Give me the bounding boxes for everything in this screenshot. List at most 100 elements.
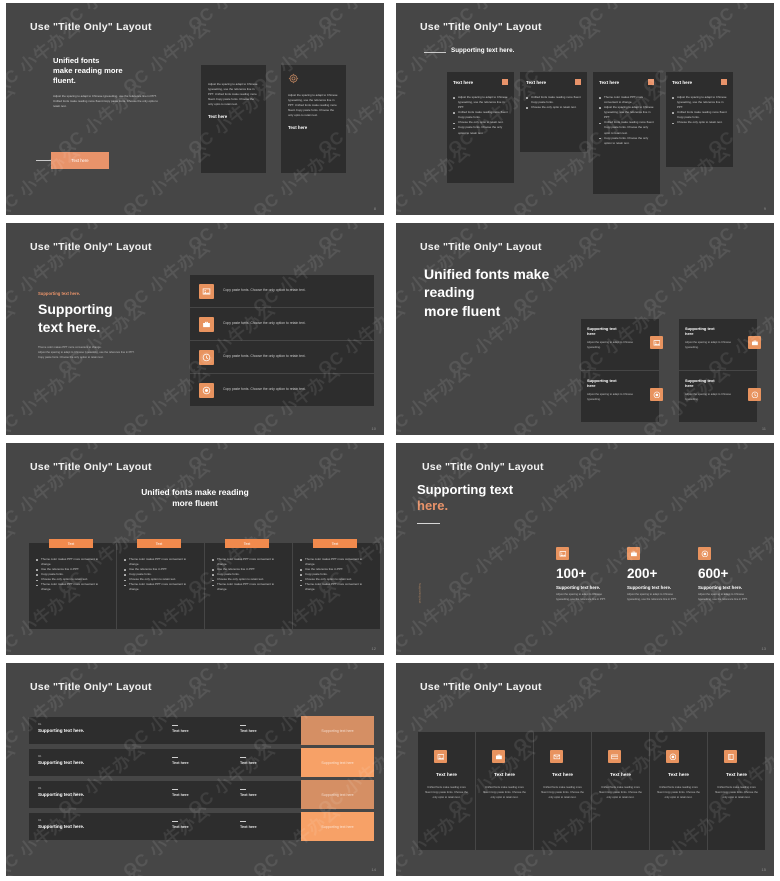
list-item: Copy paste fonts. Choose the only option… (453, 125, 508, 135)
page-title: Use "Title Only" Layout (420, 21, 542, 33)
mail-icon (550, 750, 563, 763)
feature-card[interactable]: Supporting text here Adjust the spacing … (581, 371, 663, 422)
eyebrow-text: Supporting text here. (38, 291, 81, 296)
feature-card[interactable]: Supporting text here Adjust the spacing … (679, 319, 761, 370)
bullet-card-header: Text here (453, 79, 474, 85)
page-title: Use "Title Only" Layout (420, 681, 542, 693)
column-tab[interactable]: Text (49, 539, 93, 548)
target-icon (666, 750, 679, 763)
slide-13[interactable]: OC 小牛办公 OC 小牛办公 OC 小牛办公 OC 小牛办公 OC 小牛办公 OC 小牛… (396, 443, 774, 655)
list-item: Theme color makes PPT more convenient to… (212, 557, 285, 567)
slide-8[interactable]: OC 小牛办公OC 小牛办公OC 小牛办公OC 小牛办公OC 小牛办公OC 小牛… (6, 3, 384, 215)
slide-cell-13[interactable]: OC 小牛办公 OC 小牛办公 OC 小牛办公 OC 小牛办公 OC 小牛办公 OC 小牛… (390, 440, 780, 660)
feature-card[interactable]: Text here Unified fonts make reading mor… (534, 732, 591, 850)
row-main: Supporting text here. (38, 824, 85, 829)
row-rule (172, 725, 178, 726)
bullet-card[interactable]: Text here Theme color makes PPT more con… (593, 72, 660, 194)
bullet-column[interactable]: Theme color makes PPT more convenient to… (293, 543, 380, 629)
slide-9[interactable]: OC 小牛办公 OC 小牛办公 OC 小牛办公 OC 小牛办公 OC 小牛办公 OC 小牛… (396, 3, 774, 215)
row-chip[interactable]: Supporting text here (301, 780, 374, 809)
slide-cell-15[interactable]: OC 小牛办公OC 小牛办公OC 小牛办公OC 小牛办公OC 小牛办公OC 小牛… (390, 660, 780, 881)
feature-card[interactable]: Text here Unified fonts make reading mor… (650, 732, 707, 850)
slide-cell-14[interactable]: OC 小牛办公OC 小牛办公OC 小牛办公OC 小牛办公OC 小牛办公OC 小牛… (0, 660, 390, 881)
row-rule (240, 821, 246, 822)
clock-icon (199, 349, 214, 365)
icon-row[interactable]: Copy paste fonts. Choose the only option… (190, 341, 374, 373)
feature-card-body: Adjust the spacing to adapt to Chinese t… (685, 393, 732, 401)
icon-row[interactable]: Copy paste fonts. Choose the only option… (190, 275, 374, 307)
feature-card[interactable]: Text here Unified fonts make reading mor… (592, 732, 649, 850)
row-rule (240, 789, 246, 790)
feature-card-body: Unified fonts make reading more fluent.C… (483, 786, 526, 799)
feature-card[interactable]: Text here Unified fonts make reading mor… (708, 732, 765, 850)
feature-card[interactable]: Supporting text here Adjust the spacing … (679, 371, 761, 422)
clock-icon (748, 388, 761, 401)
feature-card-body: Unified fonts make reading more fluent.C… (599, 786, 642, 799)
column-tab[interactable]: Text (137, 539, 181, 548)
feature-card-label: Text here (436, 773, 457, 778)
bullet-column[interactable]: Theme color makes PPT more convenient to… (117, 543, 204, 629)
slide-14[interactable]: OC 小牛办公OC 小牛办公OC 小牛办公OC 小牛办公OC 小牛办公OC 小牛… (6, 663, 384, 876)
accent-square-icon (575, 79, 581, 85)
feature-card-label: Text here (610, 773, 631, 778)
row-chip-label: Supporting text here (321, 792, 354, 797)
feature-card[interactable]: Text here Unified fonts make reading mor… (476, 732, 533, 850)
slide-cell-8[interactable]: OC 小牛办公OC 小牛办公OC 小牛办公OC 小牛办公OC 小牛办公OC 小牛… (0, 0, 390, 220)
page-title: Use "Title Only" Layout (422, 461, 544, 473)
slide-heading-line1: Supporting text (417, 482, 514, 497)
icon-row-text: Copy paste fonts. Choose the only option… (223, 354, 306, 359)
row-chip[interactable]: Supporting text here (301, 716, 374, 745)
icon-row[interactable]: Copy paste fonts. Choose the only option… (190, 374, 374, 406)
slide-heading-line2: here. (417, 498, 449, 514)
slide-11[interactable]: OC 小牛办公 OC 小牛办公 OC 小牛办公 OC 小牛办公 OC 小牛办公 OC 小牛… (396, 223, 774, 435)
row-rule (240, 725, 246, 726)
table-row[interactable]: 02. Supporting text here. Text here Text… (29, 749, 301, 776)
slide-number: 15 (761, 867, 766, 872)
row-chip[interactable]: Supporting text here (301, 748, 374, 777)
row-index: 02. (38, 754, 42, 758)
feature-card[interactable]: Text here Unified fonts make reading mor… (418, 732, 475, 850)
list-item: Theme color makes PPT more convenient to… (300, 557, 373, 567)
cta-button[interactable]: Text here (51, 152, 109, 169)
table-row[interactable]: 01. Supporting text here. Text here Text… (29, 717, 301, 744)
bullet-column[interactable]: Theme color makes PPT more convenient to… (205, 543, 292, 629)
row-index: 04. (38, 818, 42, 822)
table-row[interactable]: 04. Supporting text here. Text here Text… (29, 813, 301, 840)
row-chip[interactable]: Supporting text here (301, 812, 374, 841)
bullet-card-header: Text here (599, 79, 620, 85)
slide-number: 14 (371, 867, 376, 872)
page-title: Use "Title Only" Layout (420, 241, 542, 253)
list-item: Adjust the spacing to adapt to Chinese t… (672, 95, 727, 110)
feature-card[interactable]: Adjust the spacing to adapt to Chinese t… (281, 65, 346, 173)
table-row[interactable]: 03. Supporting text here. Text here Text… (29, 781, 301, 808)
feature-card[interactable]: Supporting text here Adjust the spacing … (581, 319, 663, 370)
accent-rule (424, 52, 446, 53)
bullet-card[interactable]: Text here Adjust the spacing to adapt to… (666, 72, 733, 167)
row-rule (172, 789, 178, 790)
briefcase-icon (627, 547, 640, 560)
feature-card-body: Unified fonts make reading more fluent.C… (657, 786, 700, 799)
column-tab[interactable]: Text (225, 539, 269, 548)
slide-cell-11[interactable]: OC 小牛办公 OC 小牛办公 OC 小牛办公 OC 小牛办公 OC 小牛办公 OC 小牛… (390, 220, 780, 440)
row-index: 03. (38, 786, 42, 790)
feature-card[interactable]: Adjust the spacing to adapt to Chinese t… (201, 65, 266, 173)
row-rule (240, 757, 246, 758)
slide-10[interactable]: OC 小牛办公 OC 小牛办公 OC 小牛办公 OC 小牛办公 OC 小牛办公 OC 小牛… (6, 223, 384, 435)
list-item: Theme color makes PPT more convenient to… (36, 557, 109, 567)
feature-card-body: Adjust the spacing to adapt to Chinese t… (685, 341, 732, 349)
slide-12[interactable]: OC 小牛办公OC 小牛办公OC 小牛办公OC 小牛办公OC 小牛办公OC 小牛… (6, 443, 384, 655)
column-tab-label: Text (243, 541, 251, 546)
icon-row[interactable]: Copy paste fonts. Choose the only option… (190, 308, 374, 340)
column-tab[interactable]: Text (313, 539, 357, 548)
row-chip-label: Supporting text here (321, 824, 354, 829)
card-icon (608, 750, 621, 763)
briefcase-icon (199, 316, 214, 332)
list-item: Theme color makes PPT more convenient to… (212, 582, 285, 592)
slide-cell-9[interactable]: OC 小牛办公 OC 小牛办公 OC 小牛办公 OC 小牛办公 OC 小牛办公 OC 小牛… (390, 0, 780, 220)
bullet-card[interactable]: Text here Adjust the spacing to adapt to… (447, 72, 514, 183)
bullet-card[interactable]: Text here Unified fonts make reading mor… (520, 72, 587, 152)
bullet-column[interactable]: Theme color makes PPT more convenient to… (29, 543, 116, 629)
slide-15[interactable]: OC 小牛办公OC 小牛办公OC 小牛办公OC 小牛办公OC 小牛办公OC 小牛… (396, 663, 774, 876)
slide-cell-12[interactable]: OC 小牛办公OC 小牛办公OC 小牛办公OC 小牛办公OC 小牛办公OC 小牛… (0, 440, 390, 660)
slide-cell-10[interactable]: OC 小牛办公 OC 小牛办公 OC 小牛办公 OC 小牛办公 OC 小牛办公 OC 小牛… (0, 220, 390, 440)
